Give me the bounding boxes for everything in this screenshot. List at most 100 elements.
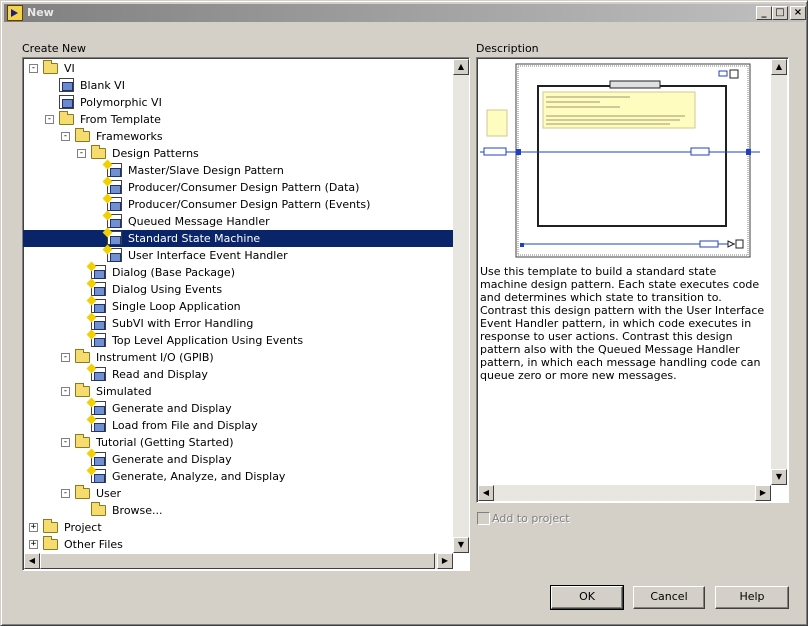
vi-icon [59, 95, 74, 109]
tree-item-label: From Template [80, 113, 161, 126]
scroll-down-button[interactable]: ▼ [453, 537, 469, 553]
add-to-project-checkbox[interactable] [477, 512, 490, 525]
tree-folder-item[interactable]: - Frameworks [23, 128, 453, 145]
diagram-side-comment [486, 109, 508, 137]
tree-folder-item[interactable]: - Instrument I/O (GPIB) [23, 349, 453, 366]
tree-item[interactable]: Blank VI [23, 77, 453, 94]
tree-item-label: Top Level Application Using Events [112, 334, 304, 347]
collapse-icon[interactable]: - [77, 149, 86, 158]
help-button[interactable]: Help [715, 586, 789, 609]
tree-folder-item[interactable]: + Project [23, 519, 453, 536]
description-label: Description [476, 42, 539, 55]
tree-item-label: Simulated [96, 385, 152, 398]
collapse-icon[interactable]: - [29, 64, 38, 73]
tree-item[interactable]: Top Level Application Using Events [23, 332, 453, 349]
tree-item[interactable]: Producer/Consumer Design Pattern (Data) [23, 179, 453, 196]
tree-item[interactable]: Dialog (Base Package) [23, 264, 453, 281]
folder-icon [75, 383, 90, 397]
tree-item-label: User Interface Event Handler [128, 249, 288, 262]
tree-item[interactable]: Standard State Machine [23, 230, 453, 247]
description-scroll-down-button[interactable]: ▼ [771, 469, 787, 485]
tree-item-label: Load from File and Display [112, 419, 258, 432]
diagram-stop-constant [699, 240, 719, 248]
description-horizontal-scrollbar[interactable]: ◀ ▶ [478, 485, 771, 501]
tree-folder-item[interactable]: - Design Patterns [23, 145, 453, 162]
add-to-project-label: Add to project [492, 512, 570, 525]
tree-item-label: User [96, 487, 122, 500]
tree-item[interactable]: Load from File and Display [23, 417, 453, 434]
tree-folder-item[interactable]: - User [23, 485, 453, 502]
ok-button[interactable]: OK [550, 585, 624, 610]
tree-item[interactable]: Dialog Using Events [23, 281, 453, 298]
template-icon [91, 401, 106, 415]
tree-item-label: Frameworks [96, 130, 163, 143]
collapse-icon[interactable]: - [61, 132, 70, 141]
tree-item[interactable]: Read and Display [23, 366, 453, 383]
scroll-up-button[interactable]: ▲ [453, 59, 469, 75]
template-icon [91, 367, 106, 381]
expand-icon[interactable]: + [29, 523, 38, 532]
tree-item-label: Browse... [112, 504, 163, 517]
tree-horizontal-scrollbar[interactable]: ◀ ▶ [24, 553, 453, 569]
window-title: New [27, 6, 54, 19]
close-button[interactable]: × [790, 6, 806, 20]
description-scroll-left-button[interactable]: ◀ [478, 485, 494, 501]
tree-item-label: Generate, Analyze, and Display [112, 470, 286, 483]
diagram-next-state-constant [690, 147, 710, 156]
tree-folder-item[interactable]: + Other Files [23, 536, 453, 553]
tree-item[interactable]: Queued Message Handler [23, 213, 453, 230]
template-icon [107, 163, 122, 177]
tree-item-label: Queued Message Handler [128, 215, 270, 228]
folder-icon [75, 128, 90, 142]
tree-item[interactable]: Single Loop Application [23, 298, 453, 315]
maximize-button[interactable]: □ [772, 6, 788, 20]
tree-folder-item[interactable]: - VI [23, 60, 453, 77]
diagram-iteration-terminal [718, 70, 728, 77]
diagram-enum-constant [483, 147, 507, 156]
tree-item-label: Standard State Machine [128, 232, 261, 245]
description-scroll-up-button[interactable]: ▲ [771, 59, 787, 75]
template-icon [91, 265, 106, 279]
tree-item[interactable]: Producer/Consumer Design Pattern (Events… [23, 196, 453, 213]
description-vertical-scrollbar[interactable]: ▲ ▼ [771, 59, 787, 485]
tree-item[interactable]: Generate and Display [23, 400, 453, 417]
tree-item[interactable]: Polymorphic VI [23, 94, 453, 111]
tree-item-label: Master/Slave Design Pattern [128, 164, 284, 177]
tree-item-label: Single Loop Application [112, 300, 241, 313]
tree-item[interactable]: Generate and Display [23, 451, 453, 468]
folder-icon [43, 536, 58, 550]
minimize-button[interactable]: _ [756, 6, 772, 20]
collapse-icon[interactable]: - [61, 438, 70, 447]
scroll-left-button[interactable]: ◀ [24, 553, 40, 569]
diagram-error-tunnel [520, 243, 524, 247]
diagram-loop-condition [735, 239, 744, 249]
collapse-icon[interactable]: - [61, 489, 70, 498]
folder-icon [75, 349, 90, 363]
collapse-icon[interactable]: - [61, 353, 70, 362]
horizontal-scroll-thumb[interactable] [40, 553, 435, 569]
tree-folder-item[interactable]: Browse... [23, 502, 453, 519]
expand-icon[interactable]: + [29, 540, 38, 549]
collapse-icon[interactable]: - [61, 387, 70, 396]
description-scroll-right-button[interactable]: ▶ [755, 485, 771, 501]
tree-folder-item[interactable]: - Tutorial (Getting Started) [23, 434, 453, 451]
tree-folder-item[interactable]: - Simulated [23, 383, 453, 400]
tree-item-label: Design Patterns [112, 147, 199, 160]
tree-item[interactable]: Master/Slave Design Pattern [23, 162, 453, 179]
tree-vertical-scrollbar[interactable]: ▲ ▼ [453, 59, 469, 553]
tree-folder-item[interactable]: - From Template [23, 111, 453, 128]
collapse-icon[interactable]: - [45, 115, 54, 124]
tree-item[interactable]: Generate, Analyze, and Display [23, 468, 453, 485]
tree-item[interactable]: User Interface Event Handler [23, 247, 453, 264]
tree-item-label: SubVI with Error Handling [112, 317, 254, 330]
tree-item[interactable]: SubVI with Error Handling [23, 315, 453, 332]
cancel-button[interactable]: Cancel [633, 586, 705, 609]
template-icon [91, 452, 106, 466]
tree-item-label: Instrument I/O (GPIB) [96, 351, 214, 364]
diagram-case-selector [609, 80, 661, 89]
diagram-shift-register-right [746, 149, 751, 155]
title-bar[interactable]: New _ □ × [4, 4, 806, 22]
scroll-right-button[interactable]: ▶ [437, 553, 453, 569]
create-new-tree[interactable]: - VI Blank VI Polymorphic VI - From Template -… [22, 57, 470, 571]
template-icon [107, 248, 122, 262]
